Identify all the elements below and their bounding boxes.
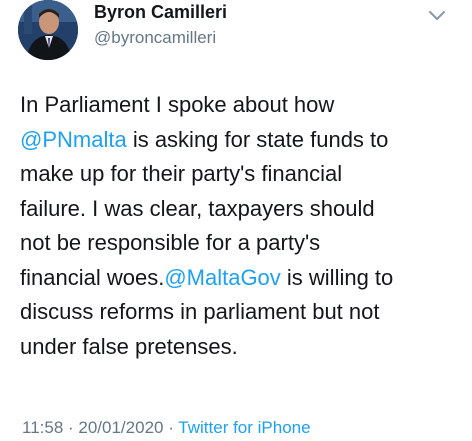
tweet-source-link[interactable]: Twitter for iPhone [178,418,310,437]
mention-link[interactable]: @PNmalta [20,127,127,152]
tweet-line: under false pretenses. [20,333,238,359]
tweet-line: make up for their party's financial [20,161,343,186]
avatar[interactable] [18,0,78,60]
chevron-down-icon[interactable] [428,8,446,22]
author-handle[interactable]: @byroncamilleri [94,28,216,48]
tweet-metadata: 11:58 · 20/01/2020 · Twitter for iPhone [22,418,311,438]
tweet-line: failure. I was clear, taxpayers should [20,195,375,221]
separator: · [163,418,179,437]
tweet-line-text: financial woes. [20,264,165,290]
tweet-line: discuss reforms in parliament but not [20,299,380,324]
separator: · [63,418,79,437]
tweet-line: financial woes.@MaltaGov is willing to [20,261,466,296]
tweet-date[interactable]: 20/01/2020 [78,418,163,437]
author-name[interactable]: Byron Camilleri [94,2,227,23]
tweet-text: In Parliament I spoke about how @PNmalta… [20,88,466,364]
tweet-line-text: is willing to [280,264,394,290]
tweet-time[interactable]: 11:58 [22,418,63,437]
tweet-line: not be responsible for a party's [20,230,321,255]
tweet-line: @PNmalta is asking for state funds to [20,123,466,158]
tweet-line-text: is asking for state funds to [126,126,389,152]
mention-link[interactable]: @MaltaGov [164,265,280,290]
tweet-line: In Parliament I spoke about how [20,92,335,117]
